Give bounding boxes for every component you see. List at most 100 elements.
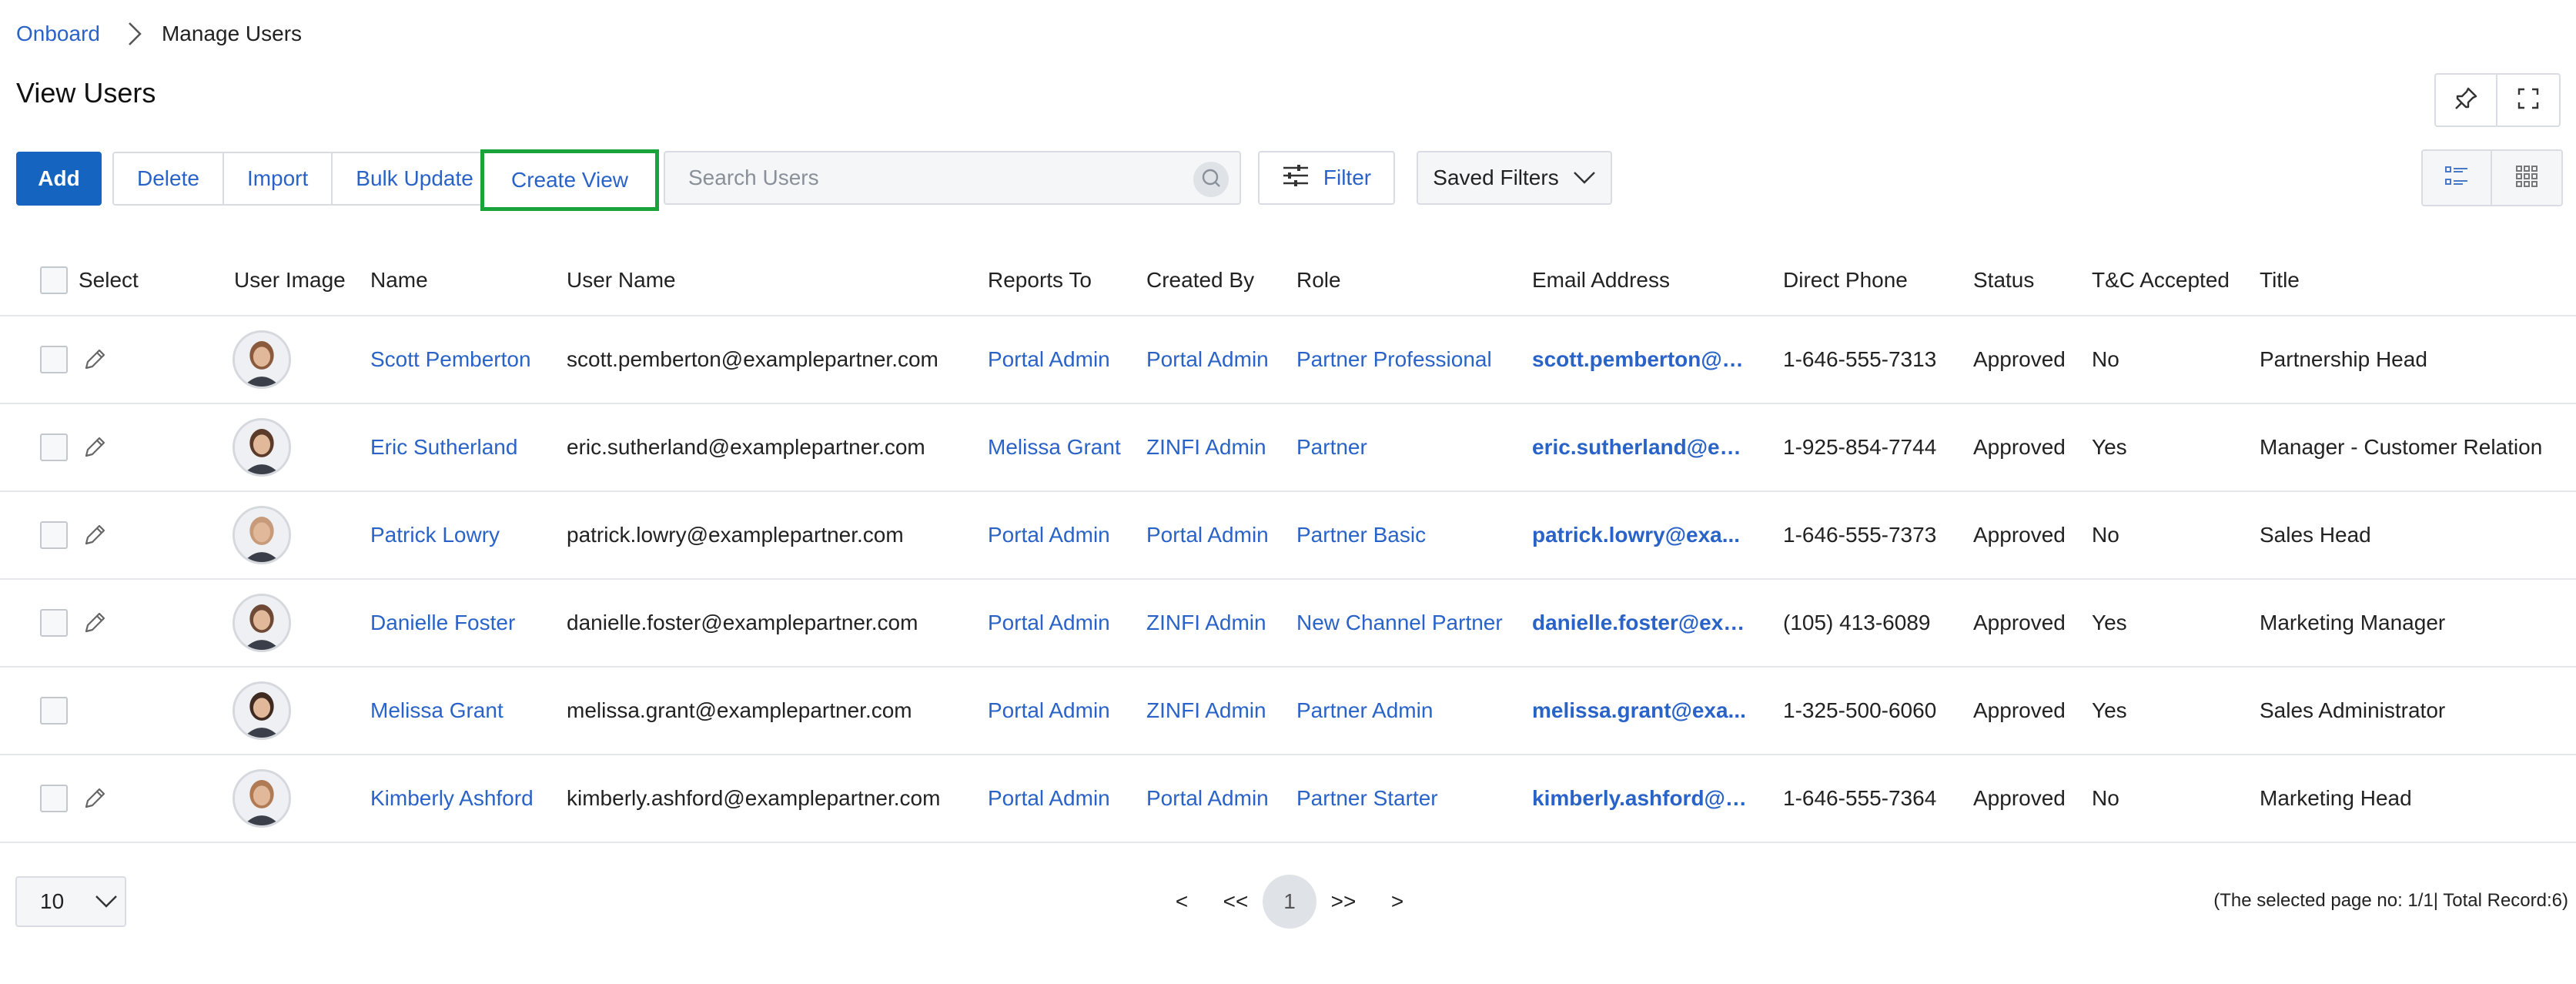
table-row[interactable]: Patrick Lowry patrick.lowry@examplepartne… [0,492,2576,580]
reports-to-link[interactable]: Portal Admin [988,580,1110,666]
table-row[interactable]: Danielle Foster danielle.foster@examplepa… [0,580,2576,668]
saved-filters-dropdown[interactable]: Saved Filters [1417,151,1612,205]
created-by-link[interactable]: ZINFI Admin [1146,580,1266,666]
add-button[interactable]: Add [16,152,102,206]
email-link[interactable]: kimberly.ashford@e... [1532,786,1748,811]
search-icon [1200,167,1222,192]
col-name[interactable]: Name [370,245,428,315]
role-link[interactable]: Partner Starter [1296,755,1438,842]
avatar[interactable] [233,506,291,564]
last-page-button[interactable]: >> [1316,875,1370,929]
pin-icon [2453,85,2479,115]
col-user-name[interactable]: User Name [567,245,676,315]
email-link[interactable]: eric.sutherland@ex... [1532,435,1748,460]
created-by-link[interactable]: ZINFI Admin [1146,668,1266,754]
avatar[interactable] [233,418,291,477]
bulk-update-button[interactable]: Bulk Update [333,153,497,204]
current-page[interactable]: 1 [1263,875,1316,929]
create-view-button[interactable]: Create View [480,149,659,211]
status-cell: Approved [1973,786,2066,810]
col-tc-accepted[interactable]: T&C Accepted [2092,245,2230,315]
avatar[interactable] [233,330,291,389]
avatar-cell [233,668,291,754]
view-actions [2434,73,2561,127]
row-checkbox[interactable] [40,521,68,549]
col-role[interactable]: Role [1296,245,1341,315]
created-by-link[interactable]: Portal Admin [1146,755,1269,842]
role-link[interactable]: Partner [1296,404,1367,490]
user-name-link[interactable]: Eric Sutherland [370,404,517,490]
col-email[interactable]: Email Address [1532,245,1670,315]
import-button[interactable]: Import [223,153,333,204]
list-view-button[interactable] [2423,151,2492,205]
status-cell: Approved [1973,698,2066,722]
col-created-by[interactable]: Created By [1146,245,1254,315]
username-cell: scott.pemberton@examplepartner.com [567,347,938,371]
page-size-select[interactable]: 10 [15,876,126,927]
avatar[interactable] [233,769,291,828]
filter-button[interactable]: Filter [1258,151,1395,205]
table-row[interactable]: Eric Sutherland eric.sutherland@examplepa… [0,404,2576,492]
reports-to-link[interactable]: Portal Admin [988,668,1110,754]
phone-cell: (105) 413-6089 [1783,611,1931,634]
email-link[interactable]: patrick.lowry@exa... [1532,523,1748,547]
user-name-link[interactable]: Kimberly Ashford [370,755,534,842]
breadcrumb: Onboard Manage Users [16,18,302,49]
user-name-link[interactable]: Danielle Foster [370,580,515,666]
pin-button[interactable] [2436,75,2497,126]
col-reports-to[interactable]: Reports To [988,245,1092,315]
created-by-link[interactable]: Portal Admin [1146,316,1269,403]
avatar[interactable] [233,594,291,652]
row-checkbox-cell [40,755,68,842]
first-page-button[interactable]: << [1209,875,1263,929]
table-row[interactable]: Melissa Grant melissa.grant@examplepartne… [0,668,2576,755]
email-link[interactable]: danielle.foster@exa... [1532,611,1748,635]
next-page-button[interactable]: > [1370,875,1424,929]
col-phone[interactable]: Direct Phone [1783,245,1908,315]
role-link[interactable]: Partner Professional [1296,316,1492,403]
email-cell: kimberly.ashford@e... [1532,755,1748,842]
email-link[interactable]: scott.pemberton@e... [1532,347,1748,372]
row-checkbox[interactable] [40,785,68,812]
select-all-checkbox[interactable] [40,266,68,294]
row-checkbox[interactable] [40,697,68,725]
table-row[interactable]: Kimberly Ashford kimberly.ashford@example… [0,755,2576,843]
col-status[interactable]: Status [1973,245,2034,315]
user-name-link[interactable]: Patrick Lowry [370,492,500,578]
breadcrumb-onboard-link[interactable]: Onboard [16,22,100,46]
fullscreen-button[interactable] [2497,75,2559,126]
edit-icon[interactable] [82,404,108,490]
edit-icon[interactable] [82,316,108,403]
avatar[interactable] [233,681,291,740]
col-user-image: User Image [234,267,346,292]
edit-icon[interactable] [82,755,108,842]
title-cell: Partnership Head [2260,347,2427,371]
row-checkbox[interactable] [40,433,68,461]
col-title[interactable]: Title [2260,245,2300,315]
row-checkbox[interactable] [40,609,68,637]
reports-to-link[interactable]: Melissa Grant [988,404,1121,490]
search-input[interactable] [688,166,1181,190]
role-link[interactable]: Partner Basic [1296,492,1426,578]
created-by-link[interactable]: Portal Admin [1146,492,1269,578]
role-link[interactable]: Partner Admin [1296,668,1433,754]
tc-cell: No [2092,786,2119,810]
user-name-link[interactable]: Scott Pemberton [370,316,531,403]
row-checkbox[interactable] [40,346,68,373]
grid-view-button[interactable] [2492,151,2561,205]
role-link[interactable]: New Channel Partner [1296,580,1503,666]
search-button[interactable] [1193,162,1229,197]
reports-to-link[interactable]: Portal Admin [988,755,1110,842]
user-name-link[interactable]: Melissa Grant [370,668,503,754]
edit-icon[interactable] [82,492,108,578]
table-header: Select User Image Name User Name Reports… [0,245,2576,316]
edit-icon[interactable] [82,580,108,666]
email-link[interactable]: melissa.grant@exa... [1532,698,1748,723]
table-row[interactable]: Scott Pemberton scott.pemberton@examplepa… [0,316,2576,404]
reports-to-link[interactable]: Portal Admin [988,492,1110,578]
created-by-link[interactable]: ZINFI Admin [1146,404,1266,490]
delete-button[interactable]: Delete [114,153,224,204]
reports-to-link[interactable]: Portal Admin [988,316,1110,403]
row-checkbox-cell [40,492,68,578]
prev-page-button[interactable]: < [1155,875,1209,929]
